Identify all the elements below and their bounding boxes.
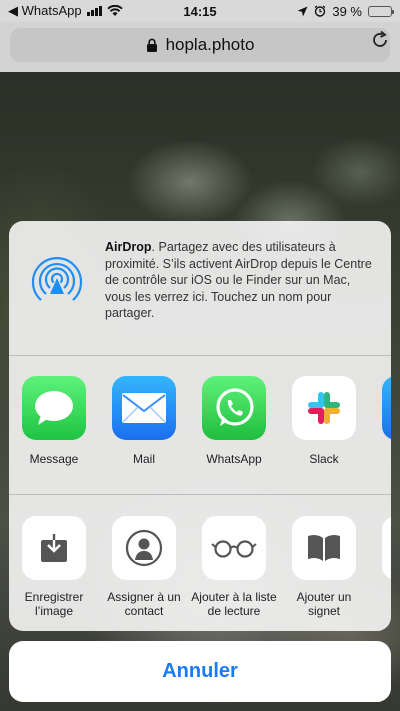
action-row: Enregistrer l’image Assigner à un contac…	[9, 516, 391, 618]
cellular-signal-icon	[86, 6, 102, 16]
battery-percent: 39 %	[332, 3, 362, 19]
back-to-app-link[interactable]: ◀ WhatsApp	[8, 3, 82, 19]
alarm-icon	[314, 5, 326, 17]
cancel-button[interactable]: Annuler	[9, 641, 391, 702]
share-app-slack[interactable]: Slack	[279, 376, 369, 466]
wifi-icon	[106, 5, 123, 16]
action-label: Ajouter un signet	[296, 590, 352, 618]
action-label: Enregistrer l’image	[24, 590, 84, 618]
lock-icon	[146, 38, 157, 52]
whatsapp-icon	[202, 376, 266, 440]
action-partial[interactable]	[369, 516, 391, 618]
address-bar[interactable]: hopla.photo	[10, 28, 390, 62]
partial-app-icon	[382, 376, 391, 440]
save-image-icon	[22, 516, 86, 580]
airdrop-section: AirDrop. Partagez avec des utilisateurs …	[9, 221, 391, 355]
action-assign-contact[interactable]: Assigner à un contact	[99, 516, 189, 618]
reading-list-icon	[202, 516, 266, 580]
action-save-image[interactable]: Enregistrer l’image	[9, 516, 99, 618]
app-label: Slack	[309, 452, 339, 466]
action-label: Assigner à un contact	[107, 590, 181, 618]
battery-icon	[368, 5, 394, 17]
action-reading-list[interactable]: Ajouter à la liste de lecture	[189, 516, 279, 618]
share-app-mail[interactable]: Mail	[99, 376, 189, 466]
divider	[9, 494, 391, 495]
share-app-partial[interactable]	[369, 376, 391, 466]
airdrop-icon	[31, 257, 83, 301]
bookmark-icon	[292, 516, 356, 580]
mail-icon	[112, 376, 176, 440]
url-text: hopla.photo	[165, 35, 255, 54]
share-sheet: AirDrop. Partagez avec des utilisateurs …	[9, 221, 391, 631]
partial-action-icon	[382, 516, 391, 580]
location-icon	[297, 6, 308, 16]
browser-toolbar: hopla.photo	[0, 22, 400, 72]
reload-icon[interactable]	[370, 30, 390, 50]
app-label: WhatsApp	[206, 452, 262, 466]
slack-icon	[292, 376, 356, 440]
contact-icon	[112, 516, 176, 580]
share-app-messages[interactable]: Message	[9, 376, 99, 466]
app-label: Mail	[132, 452, 155, 466]
messages-icon	[22, 376, 86, 440]
action-add-bookmark[interactable]: Ajouter un signet	[279, 516, 369, 618]
action-label: Ajouter à la liste de lecture	[191, 590, 277, 618]
app-label: Message	[29, 452, 79, 466]
app-row: Message Mail WhatsApp Slack	[9, 376, 391, 466]
airdrop-title: AirDrop	[105, 240, 152, 254]
share-app-whatsapp[interactable]: WhatsApp	[189, 376, 279, 466]
divider	[9, 355, 391, 356]
status-bar: ◀ WhatsApp 14:15 39 %	[0, 0, 400, 22]
airdrop-description: AirDrop. Partagez avec des utilisateurs …	[105, 239, 375, 322]
